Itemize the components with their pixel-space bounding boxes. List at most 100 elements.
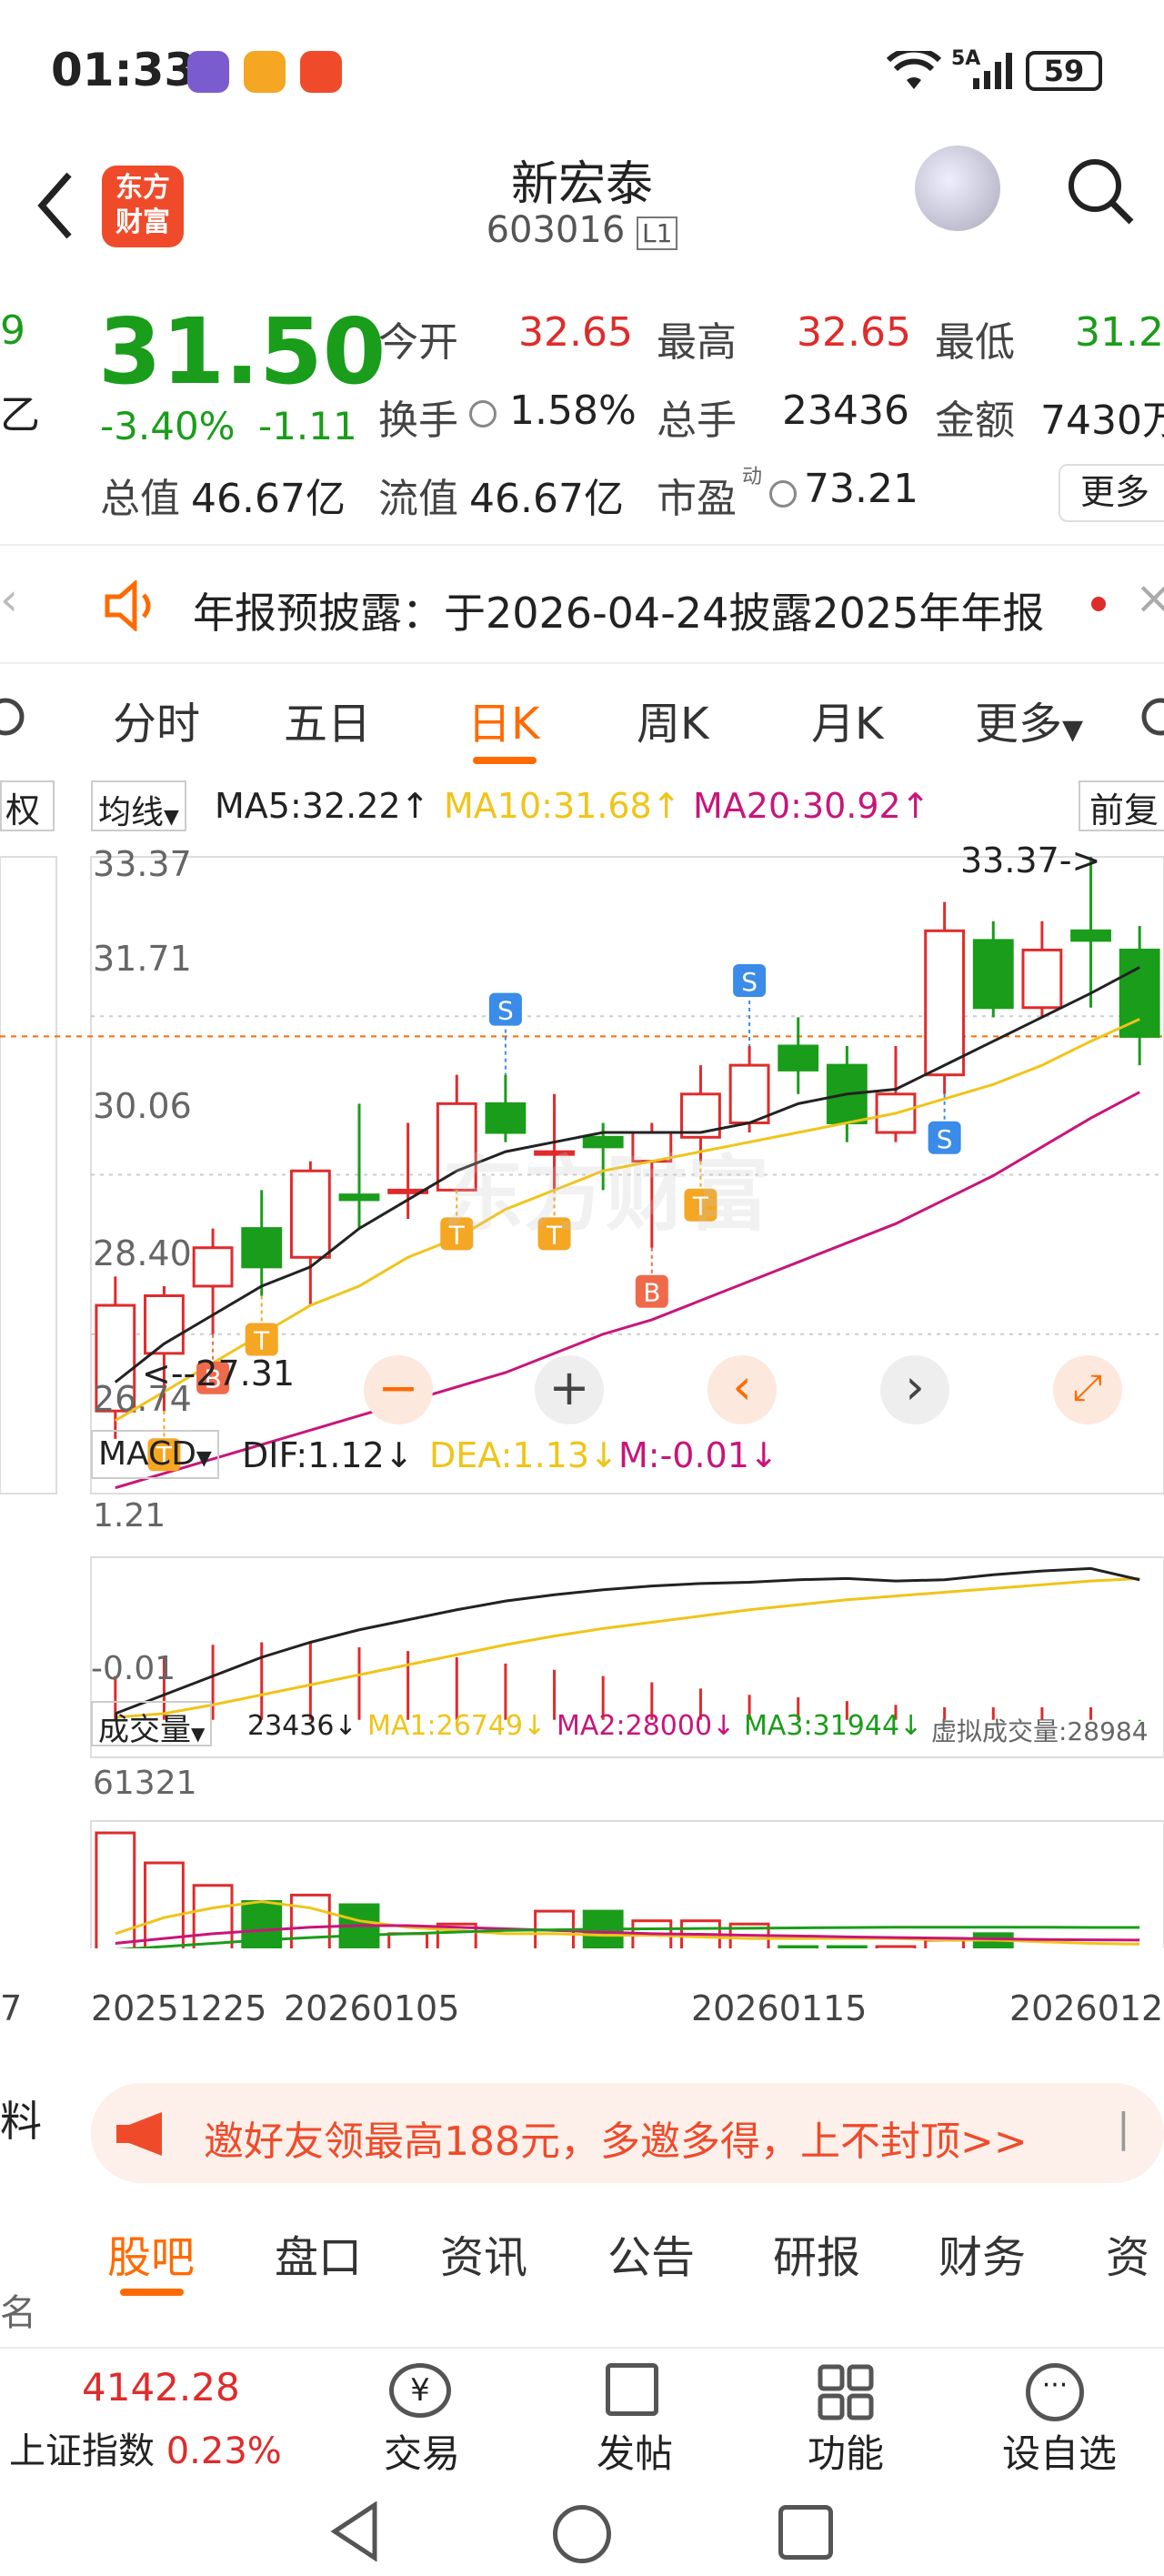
home-circle-icon[interactable]	[553, 2505, 611, 2563]
tab-zixun[interactable]: 资讯	[440, 2221, 527, 2285]
speaker-icon	[105, 580, 151, 631]
pe-info-icon[interactable]	[769, 480, 797, 508]
volume-value: 23436	[782, 387, 909, 434]
macd-selector-label: MACD	[98, 1435, 196, 1473]
macd-top-label: 1.21	[93, 1497, 166, 1535]
settings-icon[interactable]	[1133, 689, 1164, 744]
change-pct: -3.40%	[100, 404, 236, 448]
tab-zi-partial[interactable]: 资	[1106, 2221, 1149, 2285]
more-button-label: 更多	[1080, 472, 1150, 512]
tab-zhouk[interactable]: 周K	[637, 688, 708, 751]
index-row[interactable]: 上证指数 0.23%	[9, 2421, 282, 2474]
qianfu-button[interactable]: 前复	[1079, 780, 1164, 831]
open-label: 今开	[378, 319, 458, 366]
app-icon	[300, 51, 342, 93]
app-notification-icon	[187, 51, 229, 93]
stock-header: 东方 财富 新宏泰 603016 L1	[0, 136, 1164, 282]
virtual-vol-legend: 虚拟成交量:28984	[931, 1716, 1149, 1746]
tab-yanbao[interactable]: 研报	[773, 2221, 860, 2285]
ma-selector[interactable]: 均线▼	[91, 780, 186, 831]
tab-fenshi[interactable]: 分时	[113, 688, 200, 751]
caret-down-icon: ▼	[191, 1723, 206, 1745]
left-partial-3: 名	[0, 2292, 36, 2334]
volume-selector[interactable]: 成交量▼	[91, 1701, 213, 1748]
ma20-legend: MA20:30.92↑	[693, 786, 930, 826]
low-value: 31.2	[1075, 309, 1164, 356]
volume-bar	[144, 1861, 185, 1948]
caret-down-icon: ▼	[164, 806, 179, 829]
pe-label: 市盈	[657, 476, 737, 522]
left-fragment-1: 9	[0, 307, 25, 354]
close-icon[interactable]: ×	[1135, 571, 1164, 624]
fuquan-button[interactable]: 权	[0, 780, 55, 831]
vol-ma2-legend: MA2:28000↓	[557, 1710, 736, 1742]
search-icon[interactable]	[1064, 155, 1137, 227]
quote-panel: 9 乙 31.50 -3.40% -1.11 今开 32.65 最高 32.65…	[0, 282, 1164, 546]
last-price: 31.50	[98, 298, 386, 405]
ma5-legend: MA5:32.22↑	[215, 786, 430, 826]
date-label-2: 20260105	[284, 1988, 460, 2028]
tab-caiwu[interactable]: 财务	[938, 2221, 1026, 2285]
robot-assistant-icon[interactable]	[915, 146, 1000, 231]
tab-rik[interactable]: 日K	[467, 688, 539, 751]
date-label-1: 20251225	[91, 1988, 267, 2028]
bs-mark-label: S	[937, 1124, 953, 1154]
tab-gonggao[interactable]: 公告	[607, 2221, 695, 2285]
more-button[interactable]: 更多	[1059, 464, 1164, 522]
index-name: 上证指数	[9, 2430, 155, 2472]
trade-icon: ¥	[389, 2363, 451, 2418]
vol-top-label: 61321	[93, 1765, 197, 1802]
left-fragment-2: 乙	[0, 392, 40, 438]
left-partial-date: 7	[0, 1988, 23, 2028]
y-label-3: 30.06	[93, 1086, 192, 1126]
status-time: 01:33	[51, 44, 196, 96]
watchlist-label[interactable]: 设自选	[1002, 2423, 1117, 2479]
function-label[interactable]: 功能	[808, 2423, 884, 2479]
info-icon[interactable]	[469, 400, 497, 428]
scroll-left-button[interactable]: ‹	[707, 1355, 777, 1424]
dea-legend: DEA:1.13↓	[429, 1435, 618, 1475]
scroll-right-button[interactable]: ›	[880, 1355, 949, 1424]
invite-banner[interactable]: 邀好友领最高188元，多邀多得，上不封顶>> |	[91, 2083, 1164, 2183]
tab-guba[interactable]: 股吧	[107, 2221, 195, 2285]
kline-chart-area[interactable]: 权 均线▼ MA5:32.22↑ MA10:31.68↑ MA20:30.92↑…	[0, 773, 1164, 2056]
vol-ma3-legend: MA3:31944↓	[744, 1710, 923, 1742]
m-legend: M:-0.01↓	[618, 1435, 778, 1475]
candle-body	[338, 1193, 380, 1202]
gear-icon[interactable]	[0, 689, 33, 744]
function-icon	[818, 2364, 874, 2420]
trade-label[interactable]: 交易	[384, 2423, 460, 2479]
stock-code: 603016	[486, 209, 626, 251]
low-label: 最低	[935, 319, 1015, 366]
index-value[interactable]: 4142.28	[82, 2365, 240, 2410]
date-label-4: 2026012	[1009, 1988, 1164, 2028]
macd-selector[interactable]: MACD▼	[91, 1430, 219, 1479]
banner-close-icon[interactable]: |	[1117, 2105, 1130, 2151]
notice-text: 年报预披露：于2026-04-24披露2025年年报	[193, 589, 1045, 638]
active-tab-indicator	[473, 757, 537, 764]
volume-label: 总手	[657, 397, 737, 444]
recents-square-icon[interactable]	[778, 2505, 833, 2560]
volume-bar	[95, 1831, 136, 1948]
dea-line	[115, 1576, 1140, 1719]
tab-more-label: 更多	[975, 699, 1063, 750]
zoom-out-button[interactable]: −	[364, 1355, 433, 1424]
amount-value: 7430万	[1040, 397, 1164, 444]
volume-bar	[875, 1945, 917, 1948]
battery-icon: 59	[1026, 51, 1102, 91]
tab-pankou[interactable]: 盘口	[275, 2221, 362, 2285]
post-label[interactable]: 发帖	[597, 2423, 673, 2479]
level-badge: L1	[637, 216, 678, 250]
back-triangle-icon[interactable]	[327, 2501, 382, 2561]
ma10-legend: MA10:31.68↑	[444, 786, 681, 826]
mcap-value: 46.67亿	[191, 476, 346, 522]
tab-more[interactable]: 更多▼	[975, 688, 1083, 751]
notice-bar[interactable]: ‹ 年报预披露：于2026-04-24披露2025年年报 ×	[0, 546, 1164, 664]
tab-yuek[interactable]: 月K	[811, 688, 883, 751]
tab-wuri[interactable]: 五日	[284, 688, 371, 751]
content-tabs: 股吧 盘口 资讯 公告 研报 财务 资	[73, 2201, 1164, 2310]
megaphone-icon	[116, 2112, 162, 2156]
high-label: 最高	[657, 319, 737, 366]
zoom-in-button[interactable]: +	[535, 1355, 604, 1424]
fullscreen-icon[interactable]: ⤢	[1053, 1355, 1122, 1424]
